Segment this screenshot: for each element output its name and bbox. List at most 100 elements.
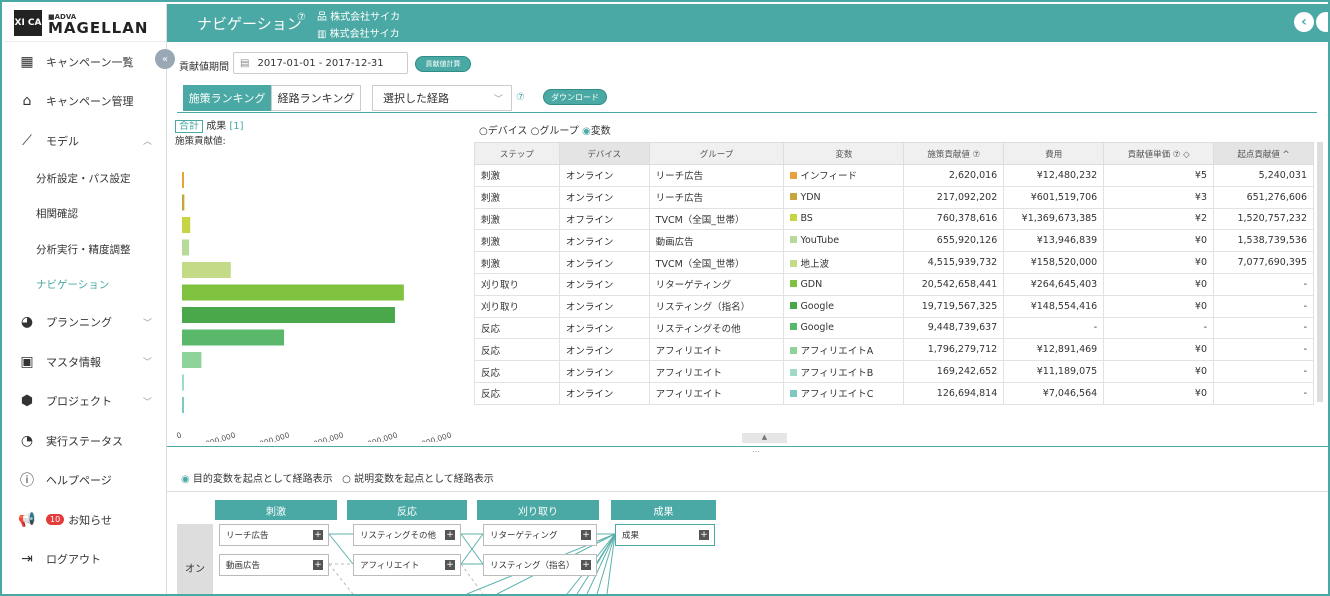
- back-icon[interactable]: ‹: [1294, 12, 1314, 32]
- chart-bar[interactable]: [182, 284, 404, 301]
- chart-bar[interactable]: [182, 374, 184, 391]
- pie-chart-icon: ◕: [20, 314, 34, 331]
- company-name-2: ▥ 株式会社サイカ: [317, 29, 400, 40]
- help-icon[interactable]: ⑦: [297, 12, 306, 23]
- sidebar-item-label: 実行ステータス: [46, 434, 123, 448]
- plus-icon[interactable]: +: [313, 530, 323, 540]
- tab-path-ranking[interactable]: 経路ランキング: [271, 85, 361, 111]
- plus-icon[interactable]: +: [445, 530, 455, 540]
- plus-icon[interactable]: +: [445, 560, 455, 570]
- table-header-cell[interactable]: ステップ: [474, 142, 560, 165]
- radio-group[interactable]: ○グループ: [531, 126, 579, 137]
- sidebar-nav: ▦ キャンペーン一覧 ⌂ キャンペーン管理 ⟋ モデル ︿ 分析設定・パス設定 …: [4, 42, 166, 579]
- result-tab[interactable]: 成果: [206, 121, 226, 132]
- chart-bar[interactable]: [182, 217, 191, 233]
- chart-bar[interactable]: [182, 397, 184, 413]
- color-swatch: [790, 368, 798, 376]
- sum-tab[interactable]: 合計: [175, 120, 203, 133]
- table-header-cell[interactable]: 費用: [1003, 142, 1105, 165]
- radio-objective[interactable]: ◉ 目的変数を起点として経路表示: [181, 474, 333, 485]
- flow-node-reach[interactable]: リーチ広告 +: [219, 524, 329, 546]
- sidebar-item-model[interactable]: ⟋ モデル ︿: [4, 121, 166, 161]
- sidebar-subitem-analysis-settings[interactable]: 分析設定・パス設定: [4, 161, 166, 197]
- table-cell: オンライン: [558, 360, 650, 383]
- table-row[interactable]: 反応 オンライン アフィリエイト アフィリエイトB 169,242,652 ¥11,189…: [474, 360, 1314, 383]
- sidebar-item-campaign-list[interactable]: ▦ キャンペーン一覧: [4, 42, 166, 82]
- table-scrollbar[interactable]: [1317, 142, 1323, 402]
- tab-measure-ranking[interactable]: 施策ランキング: [183, 85, 271, 111]
- table-row[interactable]: 刺激 オンライン 動画広告 YouTube 655,920,126 ¥13,946,839…: [474, 229, 1314, 253]
- logo[interactable]: XI CA ■ADVA MAGELLAN: [4, 4, 166, 42]
- table-cell: 4,515,939,732: [903, 251, 1005, 274]
- sidebar-item-notice[interactable]: 📢 10 お知らせ: [4, 500, 166, 540]
- table-header-cell[interactable]: 起点貢献値 ^: [1213, 142, 1314, 165]
- recalc-button[interactable]: 貢献値計算: [415, 56, 471, 72]
- flow-col-response: 反応: [347, 500, 467, 520]
- table-row[interactable]: 刺激 オンライン リーチ広告 インフィード 2,620,016 ¥12,480,232 ¥5…: [474, 164, 1314, 187]
- download-button[interactable]: ダウンロード: [543, 89, 607, 105]
- sidebar-item-label: プロジェクト: [46, 395, 112, 409]
- flow-node-video[interactable]: 動画広告 +: [219, 554, 329, 576]
- path-select[interactable]: 選択した経路 ﹀: [372, 85, 512, 111]
- chart-bar[interactable]: [182, 239, 190, 256]
- table-header-cell[interactable]: 貢献値単価 ⑦ ◇: [1103, 142, 1214, 165]
- table-row[interactable]: 刺激 オンライン TVCM（全国_世帯） 地上波 4,515,939,732 ¥158,5…: [474, 251, 1314, 274]
- color-swatch: [790, 346, 798, 354]
- plus-icon[interactable]: +: [313, 560, 323, 570]
- table-cell: ¥7,046,564: [1003, 381, 1105, 405]
- table-row[interactable]: 反応 オンライン リスティングその他 Google 9,448,739,637- - -: [474, 316, 1314, 340]
- sidebar-item-master[interactable]: ▣ マスタ情報 ﹀: [4, 342, 166, 382]
- flow-node-listing-brand[interactable]: リスティング（指名） +: [483, 554, 597, 576]
- radio-variable[interactable]: ◉変数: [582, 126, 611, 137]
- flow-node-affiliate[interactable]: アフィリエイト +: [353, 554, 461, 576]
- chart-bar[interactable]: [182, 194, 185, 211]
- radio-explanatory[interactable]: ○ 説明変数を起点として経路表示: [342, 474, 494, 485]
- sidebar-item-exec-status[interactable]: ◔ 実行ステータス: [4, 421, 166, 461]
- panel-collapse-handle[interactable]: ▲: [742, 433, 787, 443]
- help-icon[interactable]: ⑦: [516, 92, 525, 103]
- table-cell: 655,920,126: [903, 229, 1005, 253]
- chart-bar[interactable]: [182, 307, 395, 323]
- calendar-icon: ▤: [240, 57, 250, 69]
- sidebar-item-campaign-manage[interactable]: ⌂ キャンペーン管理: [4, 82, 166, 122]
- sidebar-subitem-navigation[interactable]: ナビゲーション: [4, 267, 166, 303]
- table-cell: ¥12,891,469: [1003, 338, 1105, 362]
- chart-bar[interactable]: [182, 352, 202, 368]
- table-row[interactable]: 刺激 オフライン TVCM（全国_世帯） BS 760,378,616 ¥1,369,67…: [474, 207, 1314, 231]
- chart-bar[interactable]: [182, 329, 285, 346]
- table-header-cell[interactable]: デバイス: [558, 142, 650, 165]
- sidebar-item-planning[interactable]: ◕ プランニング ﹀: [4, 303, 166, 343]
- table-row[interactable]: 刺激 オンライン リーチ広告 YDN 217,092,202 ¥601,519,706 ¥3…: [474, 185, 1314, 209]
- flow-node-result[interactable]: 成果 +: [615, 524, 715, 546]
- resize-grip[interactable]: ⋯: [752, 447, 760, 456]
- table-row[interactable]: 反応 オンライン アフィリエイト アフィリエイトC 126,694,814 ¥7,046,…: [474, 381, 1314, 405]
- radio-device[interactable]: ○デバイス: [479, 126, 527, 137]
- sidebar-subitem-correlation[interactable]: 相関確認: [4, 196, 166, 232]
- table-row[interactable]: 刈り取り オンライン リターゲティング GDN 20,542,658,441 ¥264,6…: [474, 272, 1314, 296]
- table-header-cell[interactable]: グループ: [648, 142, 785, 165]
- sidebar-subitem-run-analysis[interactable]: 分析実行・精度調整: [4, 232, 166, 268]
- color-swatch: [790, 192, 798, 200]
- group-radios: ○デバイス ○グループ ◉変数: [479, 122, 611, 137]
- table-cell: オンライン: [558, 338, 650, 362]
- table-header-cell[interactable]: 施策貢献値 ⑦: [903, 142, 1005, 165]
- period-input[interactable]: ▤ 2017-01-01 - 2017-12-31: [233, 52, 408, 74]
- sidebar-item-project[interactable]: ⬢ プロジェクト ﹀: [4, 382, 166, 422]
- sidebar-item-help[interactable]: ⓘ ヘルプページ: [4, 461, 166, 501]
- flow-col-harvest: 刈り取り: [477, 500, 599, 520]
- plus-icon[interactable]: +: [581, 560, 591, 570]
- flow-node-listing-other[interactable]: リスティングその他 +: [353, 524, 461, 546]
- table-row[interactable]: 刈り取り オンライン リスティング（指名） Google 19,719,567,325 ¥…: [474, 294, 1314, 318]
- table-header-cell[interactable]: 変数: [783, 142, 905, 165]
- chart-bar[interactable]: [182, 262, 231, 278]
- table-cell: TVCM（全国_世帯）: [648, 207, 785, 231]
- plus-icon[interactable]: +: [581, 530, 591, 540]
- table-cell: アフィリエイト: [648, 360, 785, 383]
- chart-bar[interactable]: [182, 172, 184, 188]
- flow-node-retargeting[interactable]: リターゲティング +: [483, 524, 597, 546]
- forward-icon[interactable]: [1316, 12, 1328, 32]
- sidebar-item-logout[interactable]: ⇥ ログアウト: [4, 540, 166, 580]
- table-row[interactable]: 反応 オンライン アフィリエイト アフィリエイトA 1,796,279,712 ¥12,8…: [474, 338, 1314, 362]
- table-header-row: ステップ デバイス グループ 変数 施策貢献値 ⑦ 費用 貢献値単価 ⑦ ◇ 起点貢献値 ^: [474, 142, 1314, 165]
- plus-icon[interactable]: +: [699, 530, 709, 540]
